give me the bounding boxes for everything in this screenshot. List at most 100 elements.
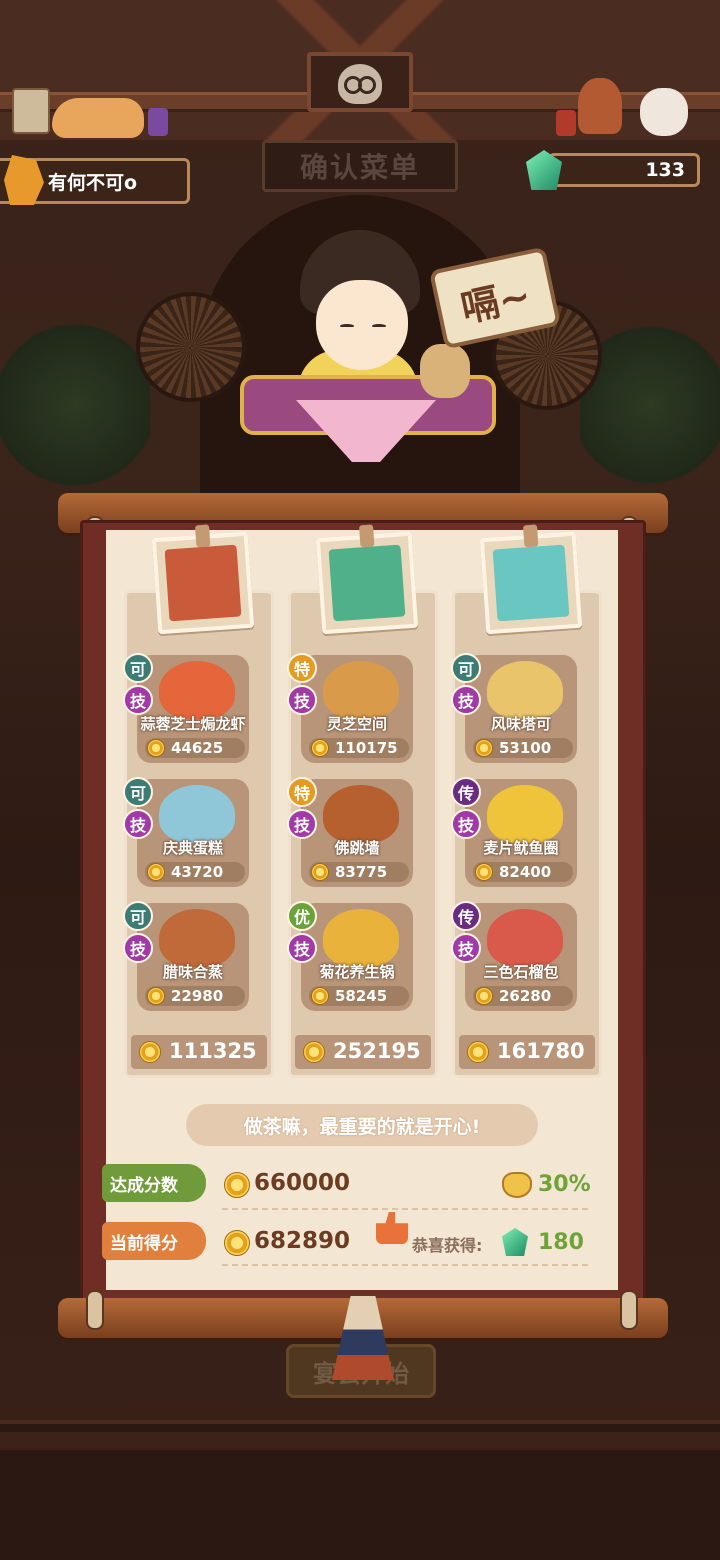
chef-portrait <box>492 544 570 622</box>
chef-portrait-card[interactable] <box>151 524 255 635</box>
skill-badge: 技 <box>287 809 317 839</box>
chef-portrait-card[interactable] <box>315 524 419 635</box>
dish-image <box>487 785 563 843</box>
dish-score-row: 44625 <box>145 738 245 758</box>
red-jar-icon <box>556 110 576 136</box>
congrats-label: 恭喜获得: <box>412 1236 483 1255</box>
dish-name: 腊味合蒸 <box>162 963 223 981</box>
coin-icon <box>147 739 165 757</box>
coin-icon <box>147 863 165 881</box>
dish-score: 110175 <box>335 739 398 757</box>
character-face <box>316 280 408 370</box>
coin-icon <box>475 987 493 1005</box>
dish-name: 菊花养生锅 <box>319 963 395 981</box>
plant-left <box>0 320 150 490</box>
rank-badge: 传 <box>451 901 481 931</box>
dish-image <box>487 909 563 967</box>
menu-column-1: 可 技 蒜蓉芝士焗龙虾 44625 可 技 庆典蛋糕 43720 可 技 腊味合… <box>123 524 274 1078</box>
rank-badge: 可 <box>451 653 481 683</box>
player-name-bar[interactable]: 有何不可o <box>0 155 190 205</box>
rank-badge: 特 <box>287 777 317 807</box>
dish-image <box>487 661 563 719</box>
owl-mascot-icon <box>338 64 382 104</box>
skill-badge: 技 <box>123 685 153 715</box>
gem-reward-value: 180 <box>538 1230 584 1255</box>
chef-portrait-card[interactable] <box>479 524 583 635</box>
dish-card[interactable]: 可 技 风味塔可 53100 <box>451 653 577 763</box>
bonus-bun-icon <box>502 1172 532 1198</box>
coin-icon <box>311 739 329 757</box>
dish-card[interactable]: 特 技 佛跳墙 83775 <box>287 777 413 887</box>
rank-badge: 特 <box>287 653 317 683</box>
rank-badge: 优 <box>287 901 317 931</box>
player-name: 有何不可o <box>48 171 138 194</box>
gem-count: 133 <box>645 159 685 181</box>
skill-badge: 技 <box>451 933 481 963</box>
menu-column-2: 特 技 灵芝空间 110175 特 技 佛跳墙 83775 优 技 菊花养生锅 … <box>287 524 438 1078</box>
bonus-percent: 30% <box>538 1172 591 1197</box>
floor-trim <box>0 1432 720 1450</box>
dish-card[interactable]: 可 技 蒜蓉芝士焗龙虾 44625 <box>123 653 249 763</box>
current-score-tag: 当前得分 <box>102 1222 206 1260</box>
chef-portrait <box>164 544 242 622</box>
dish-score: 43720 <box>171 863 224 881</box>
rank-badge: 可 <box>123 901 153 931</box>
current-score-value: 682890 <box>254 1228 351 1254</box>
skill-badge: 技 <box>287 685 317 715</box>
dish-card[interactable]: 优 技 菊花养生锅 58245 <box>287 901 413 1011</box>
dish-score: 53100 <box>499 739 552 757</box>
coin-icon <box>467 1041 489 1063</box>
quote-text: 做茶嘛，最重要的就是开心! <box>243 1115 481 1138</box>
dish-score-row: 82400 <box>473 862 573 882</box>
skill-badge: 技 <box>123 809 153 839</box>
target-score-tag: 达成分数 <box>102 1164 206 1202</box>
dish-card[interactable]: 可 技 庆典蛋糕 43720 <box>123 777 249 887</box>
dish-score-row: 110175 <box>309 738 409 758</box>
current-score-label: 当前得分 <box>110 1233 178 1254</box>
dish-score-row: 53100 <box>473 738 573 758</box>
coin-icon <box>303 1041 325 1063</box>
rank-badge: 可 <box>123 777 153 807</box>
dish-card[interactable]: 传 技 麦片鱿鱼圈 82400 <box>451 777 577 887</box>
dish-card[interactable]: 传 技 三色石榴包 26280 <box>451 901 577 1011</box>
coin-icon <box>224 1172 250 1198</box>
column-total: 252195 <box>295 1035 431 1069</box>
dish-name: 灵芝空间 <box>326 715 387 733</box>
dish-score: 82400 <box>499 863 552 881</box>
sleeping-cat-icon <box>52 98 144 138</box>
dish-image <box>323 785 399 843</box>
shop-girl-icon <box>578 78 622 134</box>
column-total: 161780 <box>459 1035 595 1069</box>
column-total-value: 111325 <box>169 1039 257 1063</box>
quote-banner: 做茶嘛，最重要的就是开心! <box>186 1104 538 1146</box>
skill-badge: 技 <box>451 685 481 715</box>
dish-image <box>159 785 235 843</box>
bun-stack-icon <box>420 344 470 398</box>
dish-score: 26280 <box>499 987 552 1005</box>
target-score-value: 660000 <box>254 1170 351 1196</box>
coin-icon <box>147 987 165 1005</box>
dish-score: 83775 <box>335 863 388 881</box>
coin-icon <box>475 739 493 757</box>
dish-score: 58245 <box>335 987 388 1005</box>
coin-icon <box>311 863 329 881</box>
clip-icon <box>358 524 375 548</box>
dish-name: 三色石榴包 <box>483 963 559 981</box>
paw-scroll-icon <box>12 88 50 134</box>
gem-counter[interactable]: 133 <box>548 153 700 187</box>
dish-image <box>323 909 399 967</box>
dish-card[interactable]: 可 技 腊味合蒸 22980 <box>123 901 249 1011</box>
column-total: 111325 <box>131 1035 267 1069</box>
dish-score: 44625 <box>171 739 224 757</box>
menu-sign-text: 确认菜单 <box>299 151 420 184</box>
dish-card[interactable]: 特 技 灵芝空间 110175 <box>287 653 413 763</box>
skill-badge: 技 <box>287 933 317 963</box>
dish-score-row: 58245 <box>309 986 409 1006</box>
white-cat-icon <box>640 88 688 136</box>
clip-icon <box>194 524 211 548</box>
menu-sign: 确认菜单 <box>262 140 458 192</box>
scroll-cap-bottom-left <box>86 1290 104 1330</box>
dish-score-row: 43720 <box>145 862 245 882</box>
dish-name: 风味塔可 <box>490 715 551 733</box>
scroll-cap-bottom-right <box>620 1290 638 1330</box>
